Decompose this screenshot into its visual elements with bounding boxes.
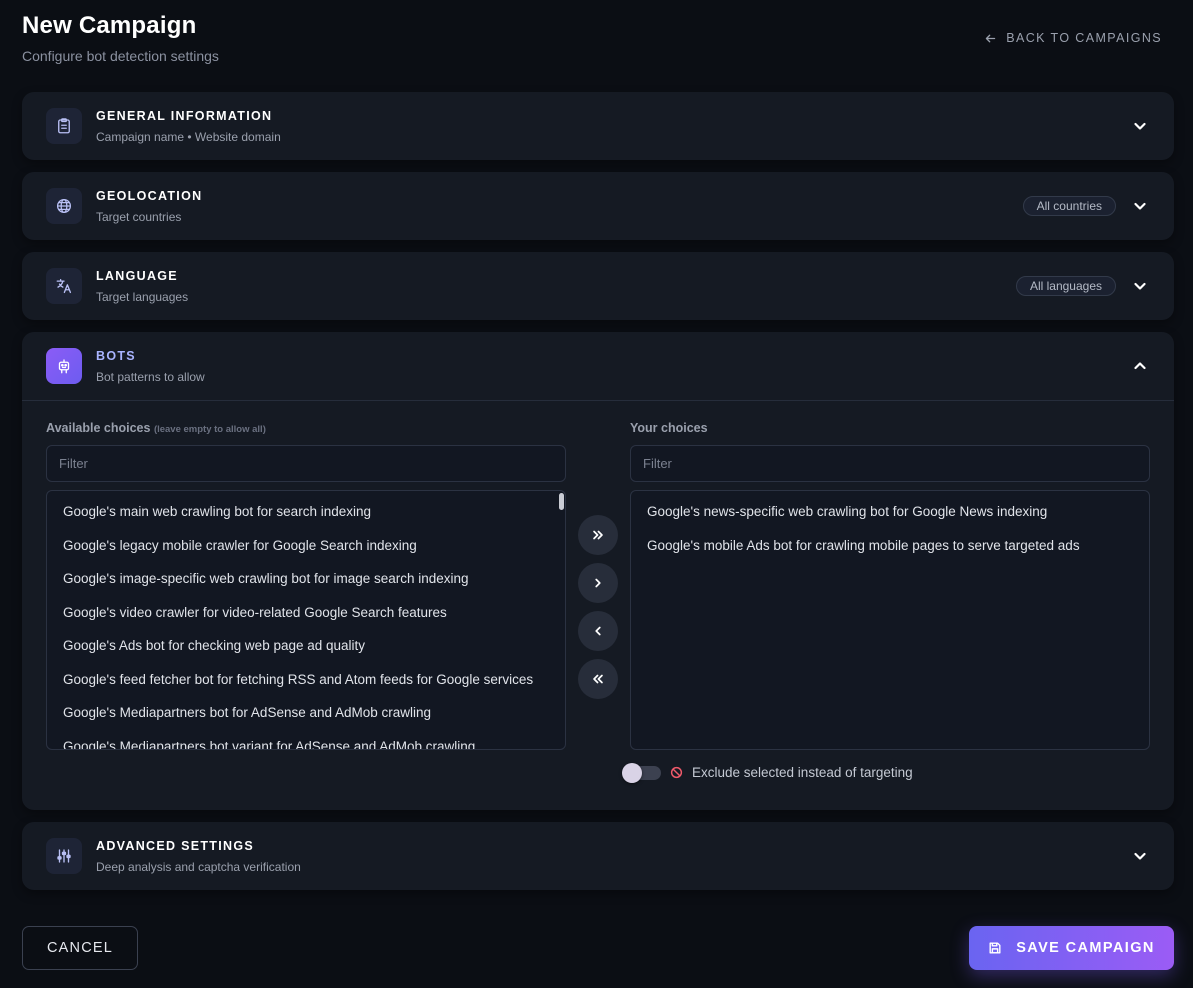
available-choices-label: Available choices (leave empty to allow … [46, 421, 266, 435]
section-subtitle: Campaign name • Website domain [96, 129, 281, 144]
section-bots: BOTS Bot patterns to allow Available cho… [22, 332, 1174, 810]
chevron-up-icon[interactable] [1132, 358, 1148, 374]
double-chevron-right-icon [593, 530, 603, 540]
list-item[interactable]: Google's Ads bot for checking web page a… [47, 635, 565, 669]
section-language: LANGUAGE Target languages All languages [22, 252, 1174, 320]
section-bots-header[interactable]: BOTS Bot patterns to allow [22, 332, 1174, 400]
move-right-button[interactable] [578, 563, 618, 603]
sliders-icon [46, 838, 82, 874]
section-subtitle: Target languages [96, 289, 189, 304]
list-item[interactable]: Google's image-specific web crawling bot… [47, 568, 565, 602]
chevron-right-icon [595, 578, 601, 588]
page-subtitle: Configure bot detection settings [22, 48, 219, 64]
available-filter-input[interactable] [46, 445, 566, 482]
section-title: LANGUAGE [96, 268, 178, 283]
double-chevron-left-icon [593, 674, 603, 684]
list-item[interactable]: Google's legacy mobile crawler for Googl… [47, 535, 565, 569]
globe-icon [46, 188, 82, 224]
move-left-button[interactable] [578, 611, 618, 651]
available-choices-hint: (leave empty to allow all) [153, 424, 266, 435]
move-all-right-button[interactable] [578, 515, 618, 555]
list-item[interactable]: Google's mobile Ads bot for crawling mob… [631, 535, 1149, 569]
section-advanced-settings: ADVANCED SETTINGS Deep analysis and capt… [22, 822, 1174, 890]
languages-badge: All languages [1015, 276, 1116, 296]
section-advanced-header[interactable]: ADVANCED SETTINGS Deep analysis and capt… [22, 822, 1174, 890]
arrow-left-icon [986, 34, 996, 42]
ban-icon [670, 766, 683, 779]
exclude-label: Exclude selected instead of targeting [692, 765, 913, 780]
list-item[interactable]: Google's Mediapartners bot variant for A… [47, 736, 565, 750]
section-subtitle: Bot patterns to allow [96, 369, 205, 384]
chevron-down-icon[interactable] [1132, 118, 1148, 134]
section-title: BOTS [96, 348, 136, 363]
save-campaign-button[interactable]: SAVE CAMPAIGN [969, 926, 1174, 970]
chevron-down-icon[interactable] [1132, 278, 1148, 294]
chosen-filter-input[interactable] [630, 445, 1150, 482]
section-title: GENERAL INFORMATION [96, 108, 273, 123]
your-choices-label: Your choices [630, 421, 708, 435]
section-subtitle: Target countries [96, 209, 182, 224]
your-choices-list[interactable]: Google's news-specific web crawling bot … [630, 490, 1150, 750]
available-choices-title: Available choices [46, 421, 151, 435]
back-to-campaigns-link[interactable]: BACK TO CAMPAIGNS [984, 31, 1162, 45]
save-icon [989, 942, 1001, 954]
section-general-header[interactable]: GENERAL INFORMATION Campaign name • Webs… [22, 92, 1174, 160]
save-button-label: SAVE CAMPAIGN [1016, 940, 1155, 956]
bots-dual-list: Available choices (leave empty to allow … [22, 400, 1174, 808]
section-geolocation: GEOLOCATION Target countries All countri… [22, 172, 1174, 240]
list-item[interactable]: Google's video crawler for video-related… [47, 602, 565, 636]
chevron-down-icon[interactable] [1132, 198, 1148, 214]
toggle-knob [622, 762, 642, 783]
section-title: GEOLOCATION [96, 188, 203, 203]
clipboard-icon [46, 108, 82, 144]
move-all-left-button[interactable] [578, 659, 618, 699]
list-item[interactable]: Google's main web crawling bot for searc… [47, 501, 565, 535]
list-item[interactable]: Google's feed fetcher bot for fetching R… [47, 669, 565, 703]
countries-badge: All countries [1022, 196, 1116, 216]
scrollbar-thumb[interactable] [559, 493, 564, 510]
section-title: ADVANCED SETTINGS [96, 838, 254, 853]
cancel-button[interactable]: CANCEL [22, 926, 138, 970]
chevron-down-icon[interactable] [1132, 848, 1148, 864]
list-item[interactable]: Google's news-specific web crawling bot … [631, 501, 1149, 535]
section-general-information: GENERAL INFORMATION Campaign name • Webs… [22, 92, 1174, 160]
exclude-toggle-row: Exclude selected instead of targeting [622, 762, 913, 783]
translate-icon [46, 268, 82, 304]
available-choices-list[interactable]: Google's main web crawling bot for searc… [46, 490, 566, 750]
back-link-label: BACK TO CAMPAIGNS [1006, 31, 1162, 45]
chevron-left-icon [595, 626, 601, 636]
section-geolocation-header[interactable]: GEOLOCATION Target countries All countri… [22, 172, 1174, 240]
section-language-header[interactable]: LANGUAGE Target languages All languages [22, 252, 1174, 320]
exclude-toggle[interactable] [622, 762, 661, 783]
page-header: New Campaign Configure bot detection set… [22, 12, 219, 64]
list-item[interactable]: Google's Mediapartners bot for AdSense a… [47, 702, 565, 736]
robot-icon [46, 348, 82, 384]
page-title: New Campaign [22, 12, 197, 39]
section-subtitle: Deep analysis and captcha verification [96, 859, 301, 874]
